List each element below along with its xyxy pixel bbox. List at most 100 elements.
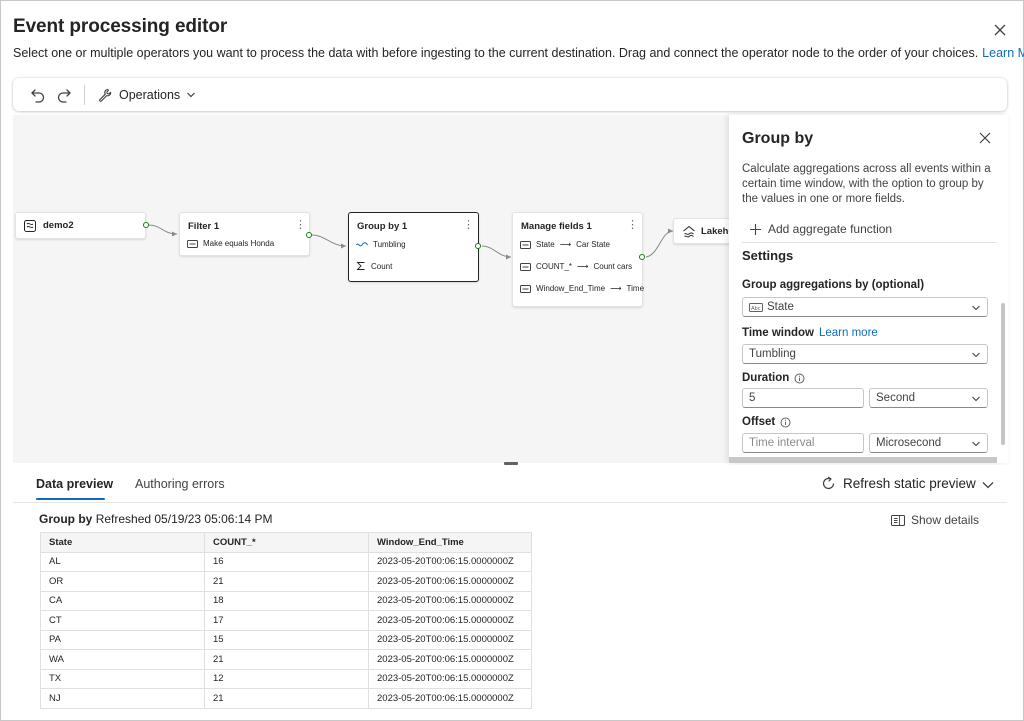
refresh-static-preview-button[interactable]: Refresh static preview xyxy=(821,476,976,491)
more-options-icon[interactable]: ⋮ xyxy=(463,219,474,233)
field-icon xyxy=(520,240,531,249)
refresh-icon xyxy=(822,476,835,490)
time-window-label: Time window Learn more xyxy=(742,327,878,339)
dialog-title: Event processing editor xyxy=(13,16,228,37)
group-by-field-select[interactable]: Abc State xyxy=(742,297,988,317)
info-icon[interactable] xyxy=(794,373,805,384)
chevron-down-icon xyxy=(187,92,196,98)
table-cell: 2023-05-20T00:06:15.0000000Z xyxy=(368,551,532,572)
preview-operator-name: Group by xyxy=(39,512,93,526)
time-window-select[interactable]: Tumbling xyxy=(742,344,988,364)
table-row: OR 21 2023-05-20T00:06:15.0000000Z xyxy=(40,571,532,592)
undo-icon[interactable] xyxy=(28,85,48,105)
table-cell: 21 xyxy=(204,649,369,670)
group-by-value: State xyxy=(767,301,794,313)
settings-heading: Settings xyxy=(742,248,794,263)
wrench-icon xyxy=(99,88,112,102)
flow-canvas[interactable]: demo2 Filter 1 ⋮ Make equals Honda Group… xyxy=(13,115,729,463)
table-cell: 2023-05-20T00:06:15.0000000Z xyxy=(368,688,532,709)
time-window-value: Tumbling xyxy=(749,348,796,360)
node-filter-1[interactable]: Filter 1 ⋮ Make equals Honda xyxy=(179,212,310,256)
show-details-button[interactable]: Show details xyxy=(891,513,979,527)
chevron-down-icon xyxy=(972,305,980,311)
offset-label-text: Offset xyxy=(742,416,776,428)
table-cell: 2023-05-20T00:06:15.0000000Z xyxy=(368,571,532,592)
table-cell: NJ xyxy=(40,688,205,709)
output-port[interactable] xyxy=(639,254,645,260)
redo-icon[interactable] xyxy=(54,85,74,105)
target-field: Car State xyxy=(576,240,610,249)
more-options-icon[interactable]: ⋮ xyxy=(627,219,638,233)
node-detail: Tumbling xyxy=(356,240,406,249)
refresh-label: Refresh static preview xyxy=(843,476,976,491)
offset-input[interactable]: Time interval xyxy=(742,433,864,453)
chevron-down-icon xyxy=(972,352,980,358)
more-options-icon[interactable]: ⋮ xyxy=(295,219,306,233)
add-aggregate-label: Add aggregate function xyxy=(768,222,893,236)
svg-text:Abc: Abc xyxy=(751,305,761,311)
table-cell: AL xyxy=(40,551,205,572)
offset-unit-select[interactable]: Microsecond xyxy=(869,433,988,453)
table-row: PA 15 2023-05-20T00:06:15.0000000Z xyxy=(40,629,532,650)
close-icon[interactable] xyxy=(989,19,1011,41)
details-panel-icon xyxy=(891,514,905,526)
node-source-demo2[interactable]: demo2 xyxy=(15,212,146,239)
node-detail: Make equals Honda xyxy=(187,239,274,248)
table-row: CT 17 2023-05-20T00:06:15.0000000Z xyxy=(40,610,532,631)
divider xyxy=(13,502,1007,503)
lakehouse-icon xyxy=(683,225,695,238)
offset-label: Offset xyxy=(742,416,791,428)
duration-unit-select[interactable]: Second xyxy=(869,388,988,408)
preview-pane: Data preview Authoring errors Refresh st… xyxy=(13,465,1007,711)
source-field: State xyxy=(536,240,555,249)
table-header-row: State COUNT_* Window_End_Time xyxy=(40,532,532,553)
time-window-learn-more-link[interactable]: Learn more xyxy=(819,327,878,339)
output-port[interactable] xyxy=(475,243,481,249)
field-icon xyxy=(187,239,198,248)
table-cell: 2023-05-20T00:06:15.0000000Z xyxy=(368,629,532,650)
column-header[interactable]: COUNT_* xyxy=(204,532,369,553)
chevron-down-icon[interactable] xyxy=(981,478,995,492)
column-header[interactable]: State xyxy=(40,532,205,553)
toolbar: Operations xyxy=(13,78,1007,111)
field-mapping: COUNT_* ⟶ Count cars xyxy=(520,262,632,271)
node-detail: Count xyxy=(356,261,392,271)
panel-scrollbar[interactable] xyxy=(1001,303,1005,445)
group-by-label-text: Group aggregations by (optional) xyxy=(742,279,925,291)
output-port[interactable] xyxy=(143,222,149,228)
panel-horizontal-scrollbar[interactable] xyxy=(729,457,997,463)
table-row: WA 21 2023-05-20T00:06:15.0000000Z xyxy=(40,649,532,670)
tab-data-preview[interactable]: Data preview xyxy=(36,477,113,491)
node-destination-lakehouse[interactable]: Lakeho xyxy=(673,218,729,244)
field-icon xyxy=(520,284,531,293)
target-field: Count cars xyxy=(593,262,633,271)
table-cell: 2023-05-20T00:06:15.0000000Z xyxy=(368,649,532,670)
arrowhead xyxy=(172,231,177,237)
offset-placeholder: Time interval xyxy=(749,437,815,449)
sum-icon xyxy=(356,262,365,270)
duration-value: 5 xyxy=(749,392,756,404)
tab-authoring-errors[interactable]: Authoring errors xyxy=(135,477,225,491)
source-field: COUNT_* xyxy=(536,262,573,271)
table-row: NJ 21 2023-05-20T00:06:15.0000000Z xyxy=(40,688,532,709)
node-title: Filter 1 xyxy=(188,221,220,232)
panel-title: Group by xyxy=(742,130,814,147)
duration-input[interactable]: 5 xyxy=(742,388,864,408)
column-header[interactable]: Window_End_Time xyxy=(368,532,532,553)
table-cell: WA xyxy=(40,649,205,670)
close-icon[interactable] xyxy=(977,130,993,146)
field-mapping: Window_End_Time ⟶ Time xyxy=(520,284,644,293)
operations-menu-button[interactable]: Operations xyxy=(97,84,196,106)
node-manage-fields-1[interactable]: Manage fields 1 ⋮ State ⟶ Car State COUN… xyxy=(512,212,644,307)
node-group-by-1[interactable]: Group by 1 ⋮ Tumbling Count xyxy=(348,212,479,282)
divider xyxy=(742,242,996,243)
time-window-label-text: Time window xyxy=(742,327,814,339)
learn-more-link[interactable]: Learn More xyxy=(982,46,1024,60)
output-port[interactable] xyxy=(306,232,312,238)
info-icon[interactable] xyxy=(780,417,791,428)
group-by-settings-panel: Group by Calculate aggregations across a… xyxy=(729,115,1008,463)
target-field: Time xyxy=(626,284,645,293)
add-aggregate-function-button[interactable]: Add aggregate function xyxy=(749,222,892,236)
node-detail-text: Tumbling xyxy=(373,240,406,249)
table-cell: 21 xyxy=(204,571,369,592)
